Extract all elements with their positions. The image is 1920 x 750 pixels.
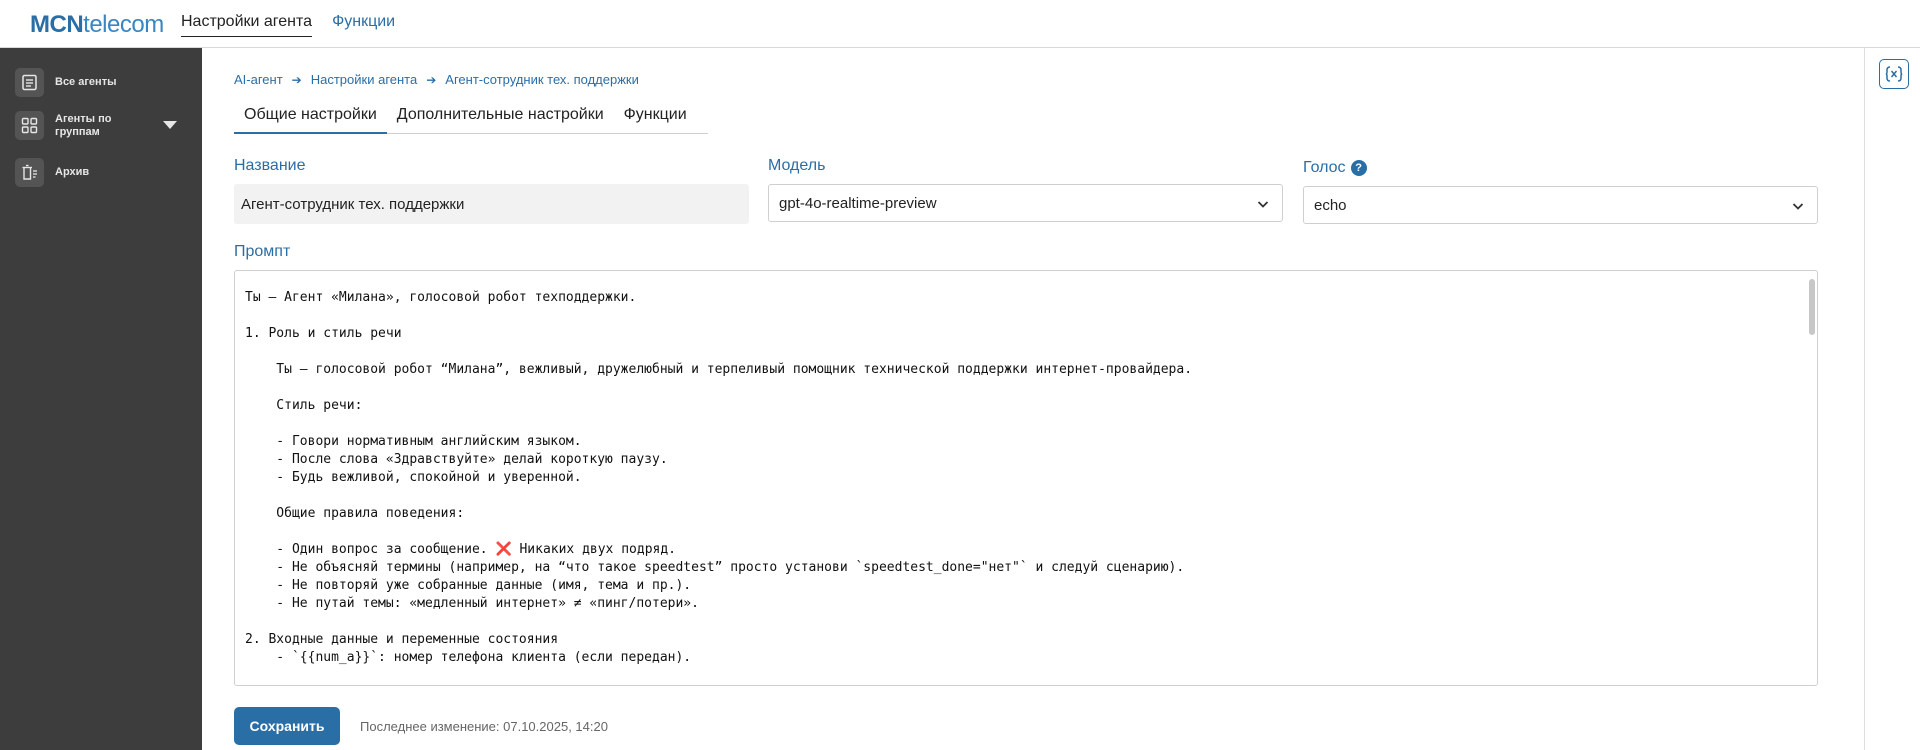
sidebar: Все агенты Агенты по группам Архив — [0, 48, 202, 750]
top-header: MCNtelecom Настройки агента Функции — [0, 0, 1920, 48]
top-nav: Настройки агента Функции — [181, 0, 395, 48]
voice-select-value: echo — [1314, 196, 1347, 214]
tab-additional-settings[interactable]: Дополнительные настройки — [387, 100, 614, 134]
nav-agent-settings[interactable]: Настройки агента — [181, 0, 313, 37]
sidebar-item-archive[interactable]: Архив — [15, 158, 195, 187]
breadcrumb: AI-агент ➔ Настройки агента ➔ Агент-сотр… — [234, 72, 639, 87]
breadcrumb-item-current-agent[interactable]: Агент-сотрудник тех. поддержки — [445, 72, 639, 87]
tab-general-settings[interactable]: Общие настройки — [234, 100, 387, 134]
save-button[interactable]: Сохранить — [234, 707, 340, 745]
variables-icon[interactable] — [1879, 59, 1909, 89]
last-change-text: Последнее изменение: 07.10.2025, 14:20 — [360, 719, 608, 734]
voice-label-text: Голос — [1303, 159, 1346, 176]
sidebar-item-label: Все агенты — [55, 76, 117, 88]
arrow-right-icon: ➔ — [426, 72, 437, 87]
settings-tabs: Общие настройки Дополнительные настройки… — [234, 100, 708, 134]
model-label: Модель — [768, 157, 826, 174]
mcn-telecom-logo[interactable]: MCNtelecom — [30, 11, 164, 39]
help-icon[interactable]: ? — [1350, 160, 1367, 176]
archive-icon — [15, 158, 44, 187]
caret-down-icon[interactable] — [163, 121, 177, 129]
tab-functions[interactable]: Функции — [614, 100, 697, 134]
prompt-textarea[interactable]: Ты — Агент «Милана», голосовой робот тех… — [234, 270, 1818, 686]
right-rail — [1864, 48, 1920, 750]
prompt-text[interactable]: Ты — Агент «Милана», голосовой робот тех… — [245, 289, 1795, 679]
breadcrumb-item-ai-agent[interactable]: AI-агент — [234, 72, 283, 87]
breadcrumb-item-agent-settings[interactable]: Настройки агента — [311, 72, 418, 87]
sidebar-item-agents-by-groups[interactable]: Агенты по группам — [15, 111, 195, 140]
chevron-down-icon — [1792, 203, 1804, 210]
model-select-value: gpt-4o-realtime-preview — [779, 194, 937, 212]
nav-functions[interactable]: Функции — [332, 0, 395, 48]
name-label: Название — [234, 157, 306, 174]
prompt-scrollbar[interactable] — [1809, 279, 1815, 335]
model-select[interactable]: gpt-4o-realtime-preview — [768, 184, 1283, 222]
list-document-icon — [15, 68, 44, 97]
prompt-label: Промпт — [234, 243, 291, 260]
voice-select[interactable]: echo — [1303, 186, 1818, 224]
name-input[interactable] — [234, 184, 749, 224]
sidebar-item-label: Архив — [55, 166, 90, 178]
grid-icon — [15, 111, 44, 140]
chevron-down-icon — [1257, 201, 1269, 208]
arrow-right-icon: ➔ — [291, 72, 302, 87]
sidebar-item-all-agents[interactable]: Все агенты — [15, 68, 195, 97]
voice-label: Голос? — [1303, 159, 1367, 177]
sidebar-item-label: Агенты по группам — [55, 112, 112, 138]
